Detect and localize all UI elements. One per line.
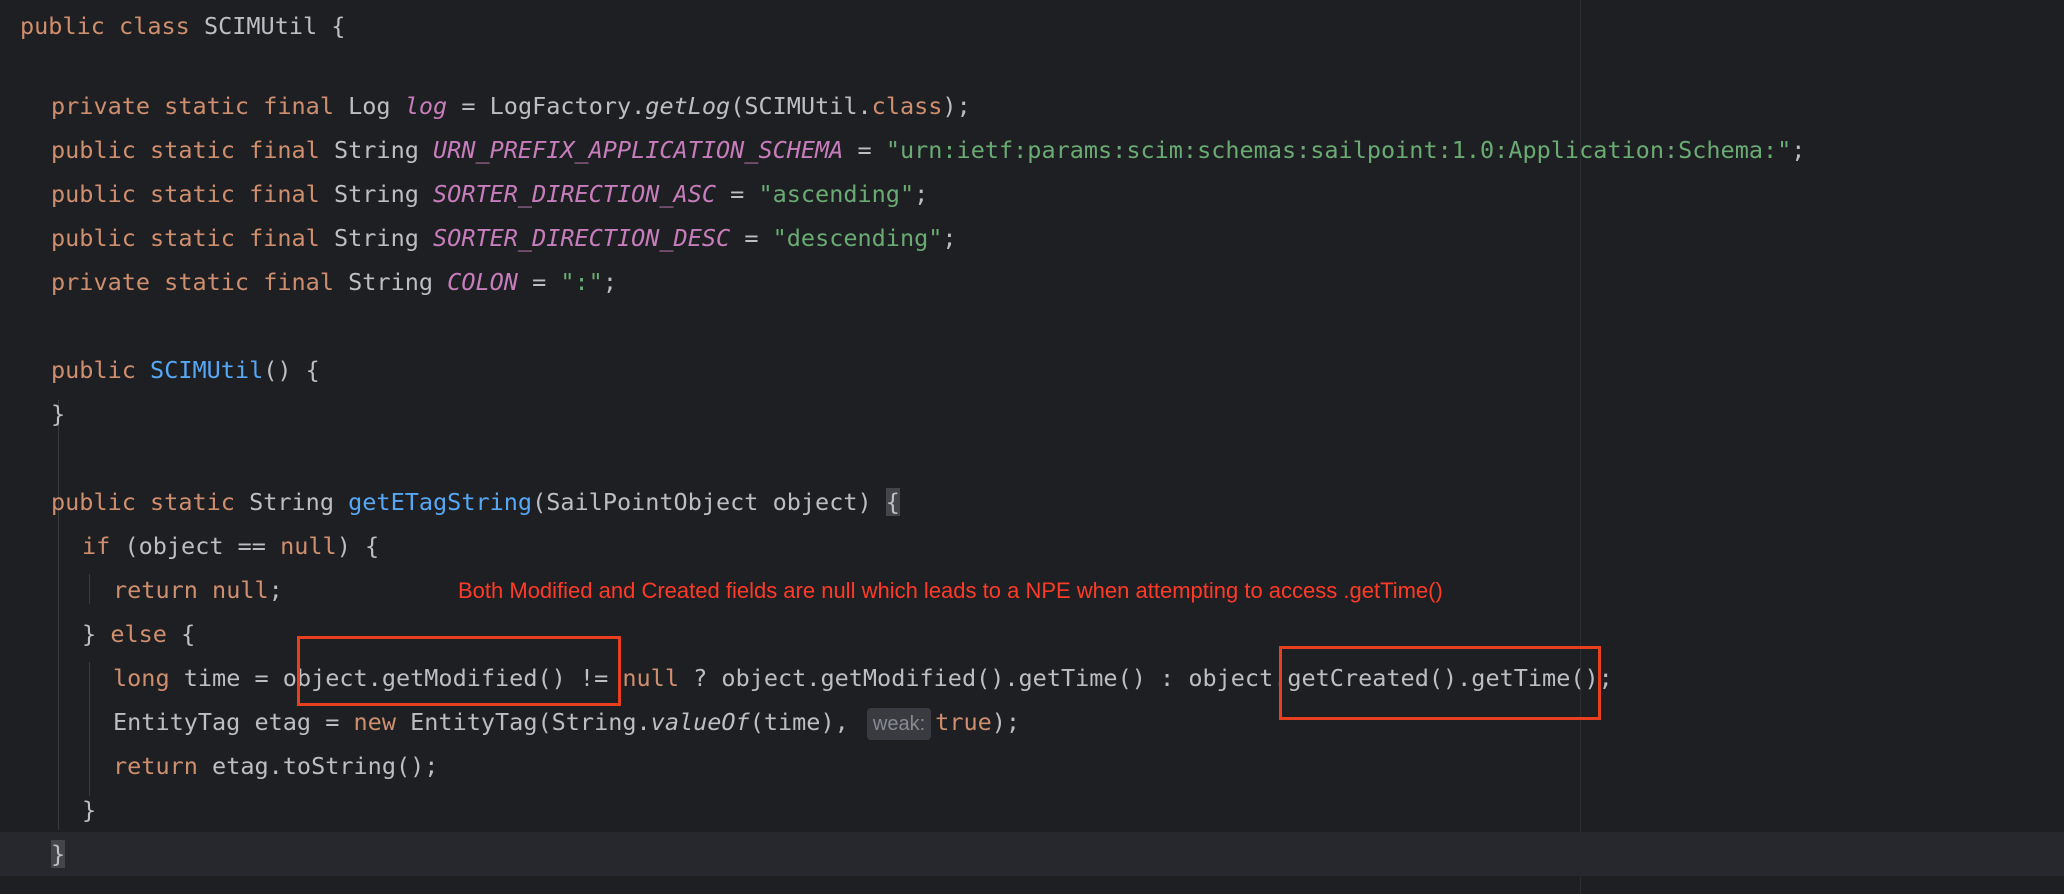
declaration: EntityTag etag = <box>113 708 340 736</box>
ternary-expression: ? object.getModified().getTime() : <box>693 664 1175 692</box>
args: (time), <box>749 708 849 736</box>
brace: { <box>331 12 346 40</box>
keyword: else <box>110 620 167 648</box>
code-line-colon[interactable]: private static final String COLON = ":"; <box>51 260 617 304</box>
keyword: new <box>353 708 396 736</box>
string-literal: "ascending" <box>758 180 915 208</box>
type: Log <box>348 92 391 120</box>
keyword: public <box>20 12 105 40</box>
keyword: null <box>212 576 269 604</box>
code-line-return-null[interactable]: return null; <box>113 568 283 612</box>
type: String <box>348 268 434 296</box>
static-field: URN_PREFIX_APPLICATION_SCHEMA <box>433 136 844 164</box>
code-line-constructor[interactable]: public SCIMUtil() { <box>51 348 320 392</box>
type: String <box>249 488 334 516</box>
code-line-else-close[interactable]: } <box>82 788 96 832</box>
matched-brace: { <box>885 488 900 516</box>
code-editor[interactable]: public class SCIMUtil { private static f… <box>0 0 2064 894</box>
terminator: ; <box>602 268 617 296</box>
keyword: if <box>82 532 111 560</box>
brace: } <box>82 620 97 648</box>
code-line-else[interactable]: } else { <box>82 612 195 656</box>
method-name: getETagString <box>348 488 533 516</box>
code-line-desc[interactable]: public static final String SORTER_DIRECT… <box>51 216 957 260</box>
annotation-text: Both Modified and Created fields are nul… <box>458 578 1443 603</box>
code-line-return-etag[interactable]: return etag.toString(); <box>113 744 438 788</box>
class-name: SCIMUtil <box>203 12 318 40</box>
highlight-box-get-modified <box>297 636 621 706</box>
static-field: SORTER_DIRECTION_ASC <box>433 180 716 208</box>
keyword: return <box>113 752 198 780</box>
keyword: class <box>871 92 943 120</box>
static-field: log <box>404 92 448 120</box>
operator: = <box>532 268 547 296</box>
operator: = <box>744 224 759 252</box>
keyword: true <box>935 708 992 736</box>
code-line-constructor-close[interactable]: } <box>51 392 65 436</box>
type: String <box>333 180 419 208</box>
modifiers: public static final <box>51 136 320 164</box>
keyword: null <box>622 664 679 692</box>
indent-guide-if <box>89 574 90 604</box>
brace: } <box>82 796 97 824</box>
string-literal: "urn:ietf:params:scim:schemas:sailpoint:… <box>885 136 1792 164</box>
terminator: ; <box>1791 136 1806 164</box>
modifiers: public static final <box>51 224 320 252</box>
code-line-if[interactable]: if (object == null) { <box>82 524 379 568</box>
static-field: COLON <box>447 268 518 296</box>
modifiers: public static final <box>51 180 320 208</box>
code-line-asc[interactable]: public static final String SORTER_DIRECT… <box>51 172 928 216</box>
modifiers: private static final <box>51 92 334 120</box>
type: String <box>333 224 419 252</box>
static-field: SORTER_DIRECTION_DESC <box>433 224 731 252</box>
code-line-urn[interactable]: public static final String URN_PREFIX_AP… <box>51 128 1805 172</box>
constructor-call: EntityTag(String. <box>410 708 651 736</box>
modifiers: public static <box>51 488 235 516</box>
constructor-params: () { <box>263 356 320 384</box>
return-expression: etag.toString(); <box>212 752 439 780</box>
type: String <box>333 136 419 164</box>
string-literal: "descending" <box>772 224 943 252</box>
declaration: time = <box>183 664 269 692</box>
brace: } <box>51 400 66 428</box>
matched-brace: } <box>51 840 66 868</box>
keyword: class <box>119 12 190 40</box>
indent-guide-else <box>89 662 90 796</box>
operator: = <box>857 136 872 164</box>
keyword: return <box>113 576 198 604</box>
condition: ) { <box>336 532 380 560</box>
method-params: (SailPointObject object) <box>532 488 872 516</box>
highlight-box-get-created <box>1279 646 1601 720</box>
code-line-class-decl[interactable]: public class SCIMUtil { <box>20 4 345 48</box>
code-line-method-close[interactable]: } <box>51 832 66 876</box>
code-line-method-decl[interactable]: public static String getETagString(SailP… <box>51 480 900 524</box>
static-method: valueOf <box>650 708 750 736</box>
indent-guide-method <box>58 400 59 830</box>
keyword: long <box>113 664 170 692</box>
code-line-log[interactable]: private static final Log log = LogFactor… <box>51 84 971 128</box>
terminator: ); <box>942 92 971 120</box>
terminator: ; <box>914 180 929 208</box>
modifiers: private static final <box>51 268 334 296</box>
code-line-etag[interactable]: EntityTag etag = new EntityTag(String.va… <box>113 700 1020 744</box>
current-line-highlight <box>0 832 2064 876</box>
string-literal: ":" <box>560 268 603 296</box>
keyword: null <box>280 532 337 560</box>
brace: { <box>181 620 196 648</box>
operator: = <box>730 180 745 208</box>
args: (SCIMUtil. <box>730 92 872 120</box>
constructor-name: SCIMUtil <box>150 356 264 384</box>
terminator: ; <box>942 224 957 252</box>
operator: = <box>461 92 476 120</box>
class-ref: LogFactory. <box>489 92 646 120</box>
modifiers: public <box>51 356 136 384</box>
condition: (object == <box>124 532 281 560</box>
terminator: ); <box>991 708 1021 736</box>
static-method: getLog <box>645 92 731 120</box>
parameter-hint: weak: <box>866 707 932 740</box>
terminator: ; <box>268 576 283 604</box>
